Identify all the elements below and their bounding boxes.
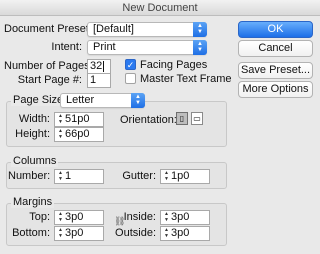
start-page-label: Start Page #: [17, 74, 82, 86]
margin-bottom-field[interactable]: ▲ ▼ 3p0 [54, 226, 104, 241]
window-title: New Document [0, 0, 320, 16]
stepper-icon[interactable]: ▲ ▼ [163, 170, 170, 183]
stepper-icon[interactable]: ▲ ▼ [57, 227, 64, 240]
document-preset-select[interactable]: [Default] ▲ ▼ [87, 22, 207, 37]
master-text-frame-checkbox[interactable] [125, 73, 136, 84]
margin-outside-field[interactable]: ▲ ▼ 3p0 [160, 226, 210, 241]
height-label: Height: [15, 128, 50, 140]
intent-label: Intent: [51, 41, 82, 53]
margin-inside-label: Inside: [123, 211, 156, 223]
margins-title: Margins [11, 196, 55, 208]
margin-top-value: 3p0 [65, 211, 84, 223]
landscape-orientation-icon[interactable]: ▭ [191, 112, 203, 125]
stepper-icon[interactable]: ▲ ▼ [163, 227, 170, 240]
page-size-select[interactable]: Letter ▲ ▼ [60, 93, 145, 108]
intent-select[interactable]: Print ▲ ▼ [87, 40, 207, 55]
intent-value: Print [93, 41, 116, 53]
start-page-field[interactable]: 1 [87, 73, 111, 88]
columns-number-label: Number: [8, 170, 51, 182]
checkmark-icon: ✓ [126, 60, 135, 70]
height-field[interactable]: ▲ ▼ 66p0 [54, 127, 104, 142]
height-value: 66p0 [65, 128, 90, 140]
margin-bottom-value: 3p0 [65, 227, 84, 239]
text-caret [103, 60, 105, 72]
more-options-button[interactable]: More Options [238, 81, 313, 98]
master-text-frame-label: Master Text Frame [140, 73, 232, 85]
num-pages-label: Number of Pages: [4, 60, 93, 72]
width-field[interactable]: ▲ ▼ 51p0 [54, 112, 104, 127]
gutter-field[interactable]: ▲ ▼ 1p0 [160, 169, 210, 184]
margin-bottom-label: Bottom: [12, 227, 50, 239]
ok-button[interactable]: OK [238, 21, 313, 38]
start-page-value: 1 [90, 74, 97, 86]
margin-top-label: Top: [29, 211, 50, 223]
save-preset-button[interactable]: Save Preset... [238, 62, 313, 79]
facing-pages-checkbox[interactable]: ✓ [125, 59, 136, 70]
columns-number-value: 1 [65, 170, 72, 182]
orientation-label: Orientation: [120, 114, 177, 126]
cancel-button[interactable]: Cancel [238, 40, 313, 57]
gutter-label: Gutter: [122, 170, 156, 182]
gutter-value: 1p0 [171, 170, 190, 182]
margin-outside-label: Outside: [115, 227, 156, 239]
num-pages-value: 32 [90, 60, 103, 72]
stepper-icon[interactable]: ▲ ▼ [163, 211, 170, 224]
document-preset-value: [Default] [93, 23, 134, 35]
page-size-value: Letter [66, 94, 95, 106]
columns-title: Columns [11, 155, 59, 167]
columns-number-field[interactable]: ▲ ▼ 1 [54, 169, 104, 184]
updown-arrows-icon: ▲ ▼ [131, 93, 145, 108]
stepper-icon[interactable]: ▲ ▼ [57, 170, 64, 183]
stepper-icon[interactable]: ▲ ▼ [57, 128, 64, 141]
document-preset-label: Document Preset: [4, 23, 93, 35]
portrait-orientation-icon[interactable]: ▯ [176, 112, 188, 125]
updown-arrows-icon: ▲ ▼ [193, 22, 207, 37]
width-label: Width: [18, 113, 50, 125]
num-pages-field[interactable]: 32 [87, 59, 111, 74]
width-value: 51p0 [65, 113, 90, 125]
margin-inside-value: 3p0 [171, 211, 190, 223]
updown-arrows-icon: ▲ ▼ [193, 40, 207, 55]
margin-inside-field[interactable]: ▲ ▼ 3p0 [160, 210, 210, 225]
stepper-icon[interactable]: ▲ ▼ [57, 211, 64, 224]
margin-outside-value: 3p0 [171, 227, 190, 239]
margin-top-field[interactable]: ▲ ▼ 3p0 [54, 210, 104, 225]
stepper-icon[interactable]: ▲ ▼ [57, 113, 64, 126]
facing-pages-label: Facing Pages [140, 59, 208, 71]
